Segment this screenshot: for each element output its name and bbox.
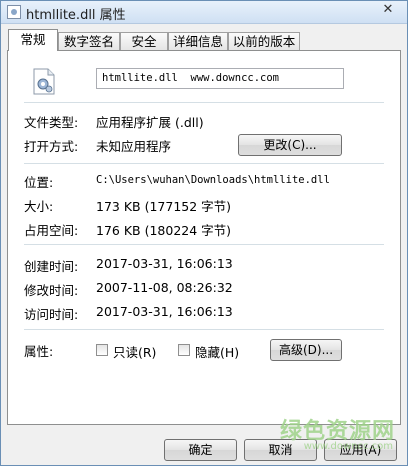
dll-file-icon (7, 5, 21, 19)
divider (24, 244, 384, 245)
location-label: 位置: (24, 175, 54, 190)
readonly-checkbox-label[interactable]: 只读(R) (113, 342, 156, 361)
watermark-url: www.downcc.com (303, 441, 393, 452)
divider (24, 329, 384, 330)
tab-previous-versions[interactable]: 以前的版本 (228, 32, 300, 50)
accessed-label: 访问时间: (24, 307, 79, 322)
file-name-input[interactable]: htmllite.dll www.downcc.com (96, 68, 344, 89)
open-with-label: 打开方式: (24, 139, 79, 154)
divider (24, 163, 384, 164)
open-with-value: 未知应用程序 (96, 139, 172, 154)
tab-general[interactable]: 常规 (8, 29, 58, 51)
hidden-checkbox-box[interactable] (178, 344, 190, 356)
created-label: 创建时间: (24, 259, 79, 274)
accessed-value: 2017-03-31, 16:06:13 (96, 304, 233, 319)
hidden-checkbox-label[interactable]: 隐藏(H) (195, 342, 239, 361)
attributes-label: 属性: (24, 344, 54, 359)
size-on-disk-value: 176 KB (180224 字节) (96, 223, 232, 238)
close-button[interactable]: ✕ (373, 1, 403, 19)
file-type-value: 应用程序扩展 (.dll) (96, 115, 204, 130)
dll-file-gear-icon (33, 68, 55, 95)
window-title: htmllite.dll 属性 (26, 8, 126, 23)
tab-details[interactable]: 详细信息 (168, 32, 228, 50)
size-label: 大小: (24, 199, 54, 214)
advanced-button[interactable]: 高级(D)... (270, 339, 342, 361)
ok-button[interactable]: 确定 (164, 439, 237, 461)
file-type-label: 文件类型: (24, 115, 79, 130)
created-value: 2017-03-31, 16:06:13 (96, 256, 233, 271)
readonly-checkbox-box[interactable] (96, 344, 108, 356)
size-value: 173 KB (177152 字节) (96, 199, 232, 214)
modified-value: 2007-11-08, 08:26:32 (96, 280, 233, 295)
size-on-disk-label: 占用空间: (24, 223, 79, 238)
tab-digital-signatures[interactable]: 数字签名 (58, 32, 120, 50)
divider (24, 102, 384, 103)
modified-label: 修改时间: (24, 283, 79, 298)
location-value: C:\Users\wuhan\Downloads\htmllite.dll (96, 174, 330, 186)
tab-security[interactable]: 安全 (120, 32, 168, 50)
change-button[interactable]: 更改(C)... (238, 134, 342, 156)
title-bar[interactable]: htmllite.dll 属性 ✕ (1, 1, 407, 24)
general-tab-panel: htmllite.dll www.downcc.com 文件类型: 应用程序扩展… (7, 50, 401, 425)
properties-dialog: htmllite.dll 属性 ✕ 常规 数字签名 安全 详细信息 以前的版本 … (0, 0, 408, 466)
